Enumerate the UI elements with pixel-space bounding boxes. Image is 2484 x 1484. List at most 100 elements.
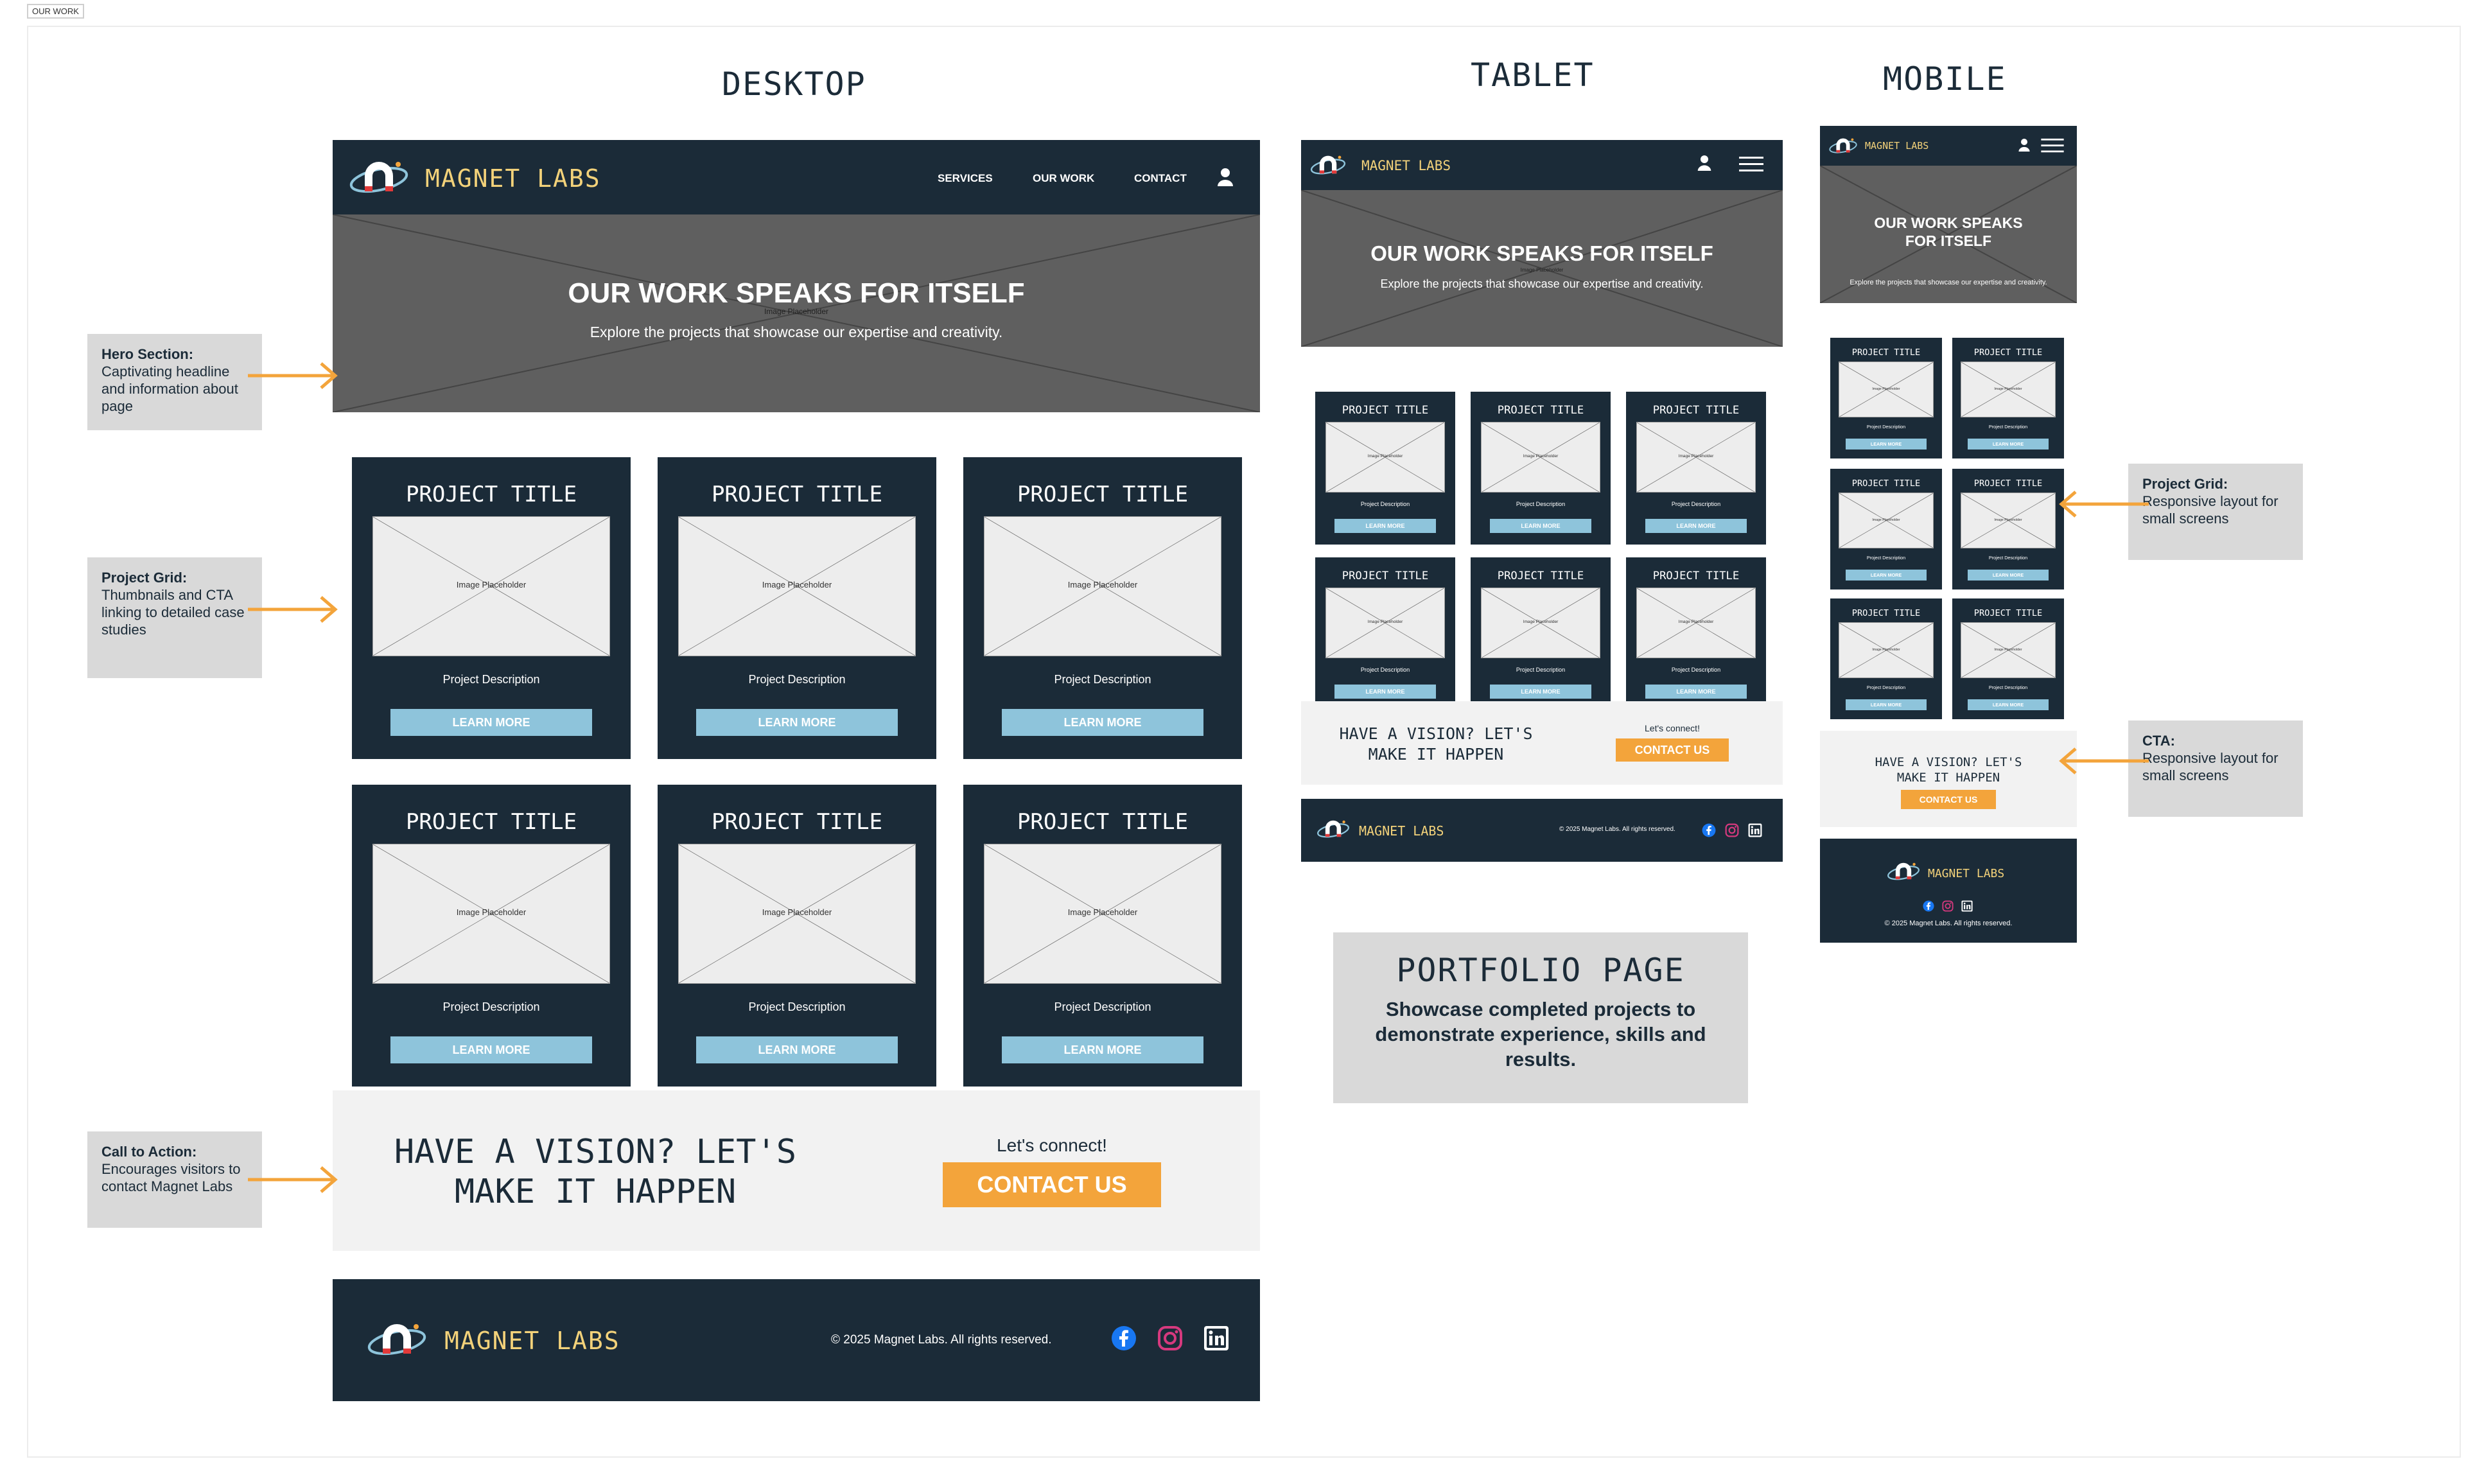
project-card[interactable]: PROJECT TITLE Image Placeholder Project … bbox=[1952, 598, 2064, 719]
desktop-header: MAGNET LABS SERVICES OUR WORK CONTACT bbox=[333, 140, 1260, 214]
annotation-grid-title: Project Grid: bbox=[101, 570, 188, 586]
learn-more-button[interactable]: LEARN MORE bbox=[1968, 569, 2049, 581]
project-image-placeholder: Image Placeholder bbox=[1325, 421, 1445, 493]
project-card[interactable]: PROJECT TITLE Image Placeholder Project … bbox=[1315, 392, 1455, 545]
contact-us-button[interactable]: CONTACT US bbox=[943, 1162, 1161, 1207]
project-description: Project Description bbox=[442, 673, 540, 686]
learn-more-button[interactable]: LEARN MORE bbox=[1002, 1036, 1203, 1063]
learn-more-button[interactable]: LEARN MORE bbox=[1846, 569, 1927, 581]
nav-contact[interactable]: CONTACT bbox=[1134, 172, 1187, 185]
image-placeholder-label: Image Placeholder bbox=[1367, 620, 1403, 625]
instagram-icon[interactable] bbox=[1725, 823, 1739, 841]
magnet-orbit-logo-icon[interactable] bbox=[1828, 134, 1859, 158]
instagram-icon[interactable] bbox=[1157, 1325, 1183, 1354]
learn-more-button[interactable]: LEARN MORE bbox=[1334, 519, 1436, 533]
learn-more-button[interactable]: LEARN MORE bbox=[1846, 699, 1927, 710]
project-card[interactable]: PROJECT TITLE Image Placeholder Project … bbox=[1952, 469, 2064, 589]
tablet-hero: Image Placeholder OUR WORK SPEAKS FOR IT… bbox=[1301, 190, 1783, 347]
project-image-placeholder: Image Placeholder bbox=[1481, 421, 1600, 493]
annotation-mobile-cta-title: CTA: bbox=[2142, 733, 2175, 749]
project-description: Project Description bbox=[1866, 685, 1906, 691]
annotation-grid-body: Thumbnails and CTA linking to detailed c… bbox=[101, 587, 245, 638]
learn-more-button[interactable]: LEARN MORE bbox=[1968, 438, 2049, 450]
project-card[interactable]: PROJECT TITLE Image Placeholder Project … bbox=[1315, 557, 1455, 710]
facebook-icon[interactable] bbox=[1111, 1325, 1137, 1354]
project-card[interactable]: PROJECT TITLE Image Placeholder Project … bbox=[1830, 598, 1942, 719]
learn-more-button[interactable]: LEARN MORE bbox=[1846, 438, 1927, 450]
linkedin-icon[interactable] bbox=[1748, 823, 1762, 841]
facebook-icon[interactable] bbox=[1702, 823, 1716, 841]
mobile-hero-subtext: Explore the projects that showcase our e… bbox=[1850, 279, 2047, 286]
learn-more-button[interactable]: LEARN MORE bbox=[1334, 685, 1436, 699]
project-description: Project Description bbox=[748, 1000, 846, 1013]
learn-more-button[interactable]: LEARN MORE bbox=[1490, 685, 1591, 699]
project-image-placeholder: Image Placeholder bbox=[1325, 587, 1445, 658]
tablet-contact-us-button[interactable]: CONTACT US bbox=[1616, 738, 1729, 762]
project-card[interactable]: PROJECT TITLE Image Placeholder Project … bbox=[1626, 392, 1766, 545]
project-card[interactable]: PROJECT TITLE Image Placeholder Project … bbox=[352, 457, 631, 759]
project-description: Project Description bbox=[1866, 555, 1906, 561]
hamburger-menu-icon[interactable] bbox=[1739, 155, 1763, 177]
footer-brand-name: MAGNET LABS bbox=[444, 1327, 620, 1355]
learn-more-button[interactable]: LEARN MORE bbox=[1968, 699, 2049, 710]
project-card[interactable]: PROJECT TITLE Image Placeholder Project … bbox=[1471, 557, 1611, 710]
mobile-contact-us-button[interactable]: CONTACT US bbox=[1901, 790, 1996, 809]
facebook-icon[interactable] bbox=[1923, 900, 1934, 915]
magnet-orbit-logo-icon[interactable] bbox=[347, 153, 411, 202]
nav-services[interactable]: SERVICES bbox=[938, 172, 993, 185]
mobile-footer-brand: MAGNET LABS bbox=[1928, 867, 2005, 880]
user-icon[interactable] bbox=[2018, 137, 2031, 156]
project-image-placeholder: Image Placeholder bbox=[1960, 361, 2056, 417]
project-card[interactable]: PROJECT TITLE Image Placeholder Project … bbox=[352, 785, 631, 1087]
learn-more-button[interactable]: LEARN MORE bbox=[1490, 519, 1591, 533]
project-card[interactable]: PROJECT TITLE Image Placeholder Project … bbox=[658, 457, 936, 759]
project-title: PROJECT TITLE bbox=[405, 809, 577, 835]
brand-name: MAGNET LABS bbox=[425, 164, 601, 193]
user-icon[interactable] bbox=[1216, 167, 1234, 191]
annotation-hero-body: Captivating headline and information abo… bbox=[101, 363, 238, 414]
project-card[interactable]: PROJECT TITLE Image Placeholder Project … bbox=[1471, 392, 1611, 545]
project-image-placeholder: Image Placeholder bbox=[372, 516, 610, 656]
hamburger-menu-icon[interactable] bbox=[2041, 137, 2064, 157]
tablet-hero-image-label: Image Placeholder bbox=[1520, 267, 1564, 273]
linkedin-icon[interactable] bbox=[1203, 1325, 1229, 1354]
project-card[interactable]: PROJECT TITLE Image Placeholder Project … bbox=[1830, 338, 1942, 458]
project-image-placeholder: Image Placeholder bbox=[678, 844, 916, 984]
image-placeholder-label: Image Placeholder bbox=[1678, 454, 1714, 459]
project-card[interactable]: PROJECT TITLE Image Placeholder Project … bbox=[963, 457, 1242, 759]
project-title: PROJECT TITLE bbox=[1973, 347, 2043, 358]
project-card[interactable]: PROJECT TITLE Image Placeholder Project … bbox=[963, 785, 1242, 1087]
project-card[interactable]: PROJECT TITLE Image Placeholder Project … bbox=[1626, 557, 1766, 710]
project-image-placeholder: Image Placeholder bbox=[1481, 587, 1600, 658]
learn-more-button[interactable]: LEARN MORE bbox=[1645, 685, 1747, 699]
image-placeholder-label: Image Placeholder bbox=[1872, 387, 1900, 391]
project-title: PROJECT TITLE bbox=[1652, 570, 1740, 583]
tablet-hero-subtext: Explore the projects that showcase our e… bbox=[1380, 277, 1704, 290]
footer-logo-icon[interactable] bbox=[365, 1315, 429, 1364]
footer-logo-icon[interactable] bbox=[1315, 816, 1351, 842]
user-icon[interactable] bbox=[1697, 154, 1712, 175]
instagram-icon[interactable] bbox=[1942, 900, 1954, 915]
project-image-placeholder: Image Placeholder bbox=[1960, 622, 2056, 678]
learn-more-button[interactable]: LEARN MORE bbox=[1645, 519, 1747, 533]
learn-more-button[interactable]: LEARN MORE bbox=[696, 709, 898, 736]
arrow-icon bbox=[2059, 747, 2149, 774]
learn-more-button[interactable]: LEARN MORE bbox=[390, 709, 592, 736]
annotation-mobile-grid-body: Responsive layout for small screens bbox=[2142, 493, 2278, 527]
learn-more-button[interactable]: LEARN MORE bbox=[1002, 709, 1203, 736]
cta-headline-line1: HAVE A VISION? LET'S bbox=[394, 1133, 797, 1171]
learn-more-button[interactable]: LEARN MORE bbox=[696, 1036, 898, 1063]
magnet-orbit-logo-icon[interactable] bbox=[1309, 150, 1347, 180]
linkedin-icon[interactable] bbox=[1961, 900, 1973, 915]
project-card[interactable]: PROJECT TITLE Image Placeholder Project … bbox=[1952, 338, 2064, 458]
nav-our-work[interactable]: OUR WORK bbox=[1033, 172, 1094, 185]
project-title: PROJECT TITLE bbox=[1652, 404, 1740, 417]
project-card[interactable]: PROJECT TITLE Image Placeholder Project … bbox=[1830, 469, 1942, 589]
mobile-hero-headline-2: FOR ITSELF bbox=[1905, 232, 1992, 249]
project-card[interactable]: PROJECT TITLE Image Placeholder Project … bbox=[658, 785, 936, 1087]
image-placeholder-label: Image Placeholder bbox=[1523, 454, 1559, 459]
footer-logo-icon[interactable] bbox=[1885, 858, 1921, 885]
learn-more-button[interactable]: LEARN MORE bbox=[390, 1036, 592, 1063]
tablet-heading: TABLET bbox=[1471, 57, 1595, 94]
project-description: Project Description bbox=[1988, 555, 2028, 561]
